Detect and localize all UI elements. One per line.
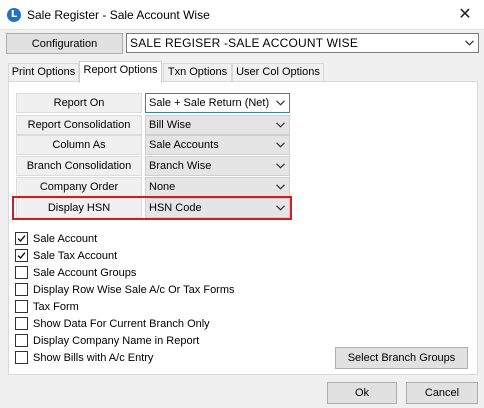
checkbox-label: Display Row Wise Sale A/c Or Tax Forms [33, 283, 235, 296]
branch-consolidation-label: Branch Consolidation [16, 156, 142, 176]
window-title: Sale Register - Sale Account Wise [27, 8, 210, 22]
column-as-value: Sale Accounts [149, 139, 219, 151]
chevron-down-icon [462, 34, 476, 52]
company-order-value: None [149, 181, 176, 193]
checkbox-label: Show Data For Current Branch Only [33, 317, 210, 330]
checkbox-label: Sale Tax Account [33, 249, 118, 262]
options-tabs: Print Options Report Options Txn Options… [8, 61, 328, 83]
report-consolidation-label: Report Consolidation [16, 115, 142, 135]
display-company-name-checkbox[interactable]: Display Company Name in Report [15, 333, 199, 348]
company-order-label: Company Order [16, 177, 142, 197]
display-hsn-select[interactable]: HSN Code [145, 198, 290, 218]
chevron-down-icon [273, 178, 287, 196]
tab-print-options[interactable]: Print Options [8, 63, 79, 82]
report-on-select[interactable]: Sale + Sale Return (Net) [145, 93, 290, 113]
tab-user-col-options[interactable]: User Col Options [232, 63, 324, 82]
check-icon [17, 252, 26, 260]
column-as-select[interactable]: Sale Accounts [145, 135, 290, 155]
check-icon [17, 235, 26, 243]
checkbox-box[interactable] [15, 232, 28, 245]
chevron-down-icon [273, 116, 287, 134]
select-branch-groups-button[interactable]: Select Branch Groups [335, 347, 468, 369]
ok-button[interactable]: Ok [327, 382, 397, 404]
checkbox-label: Tax Form [33, 300, 79, 313]
sale-tax-account-checkbox[interactable]: Sale Tax Account [15, 248, 117, 263]
chevron-down-icon [273, 157, 287, 175]
report-on-label: Report On [16, 93, 142, 113]
title-bar: L Sale Register - Sale Account Wise ✕ [0, 0, 484, 30]
checkbox-label: Sale Account [33, 232, 98, 245]
close-icon[interactable]: ✕ [456, 5, 474, 23]
tab-txn-options[interactable]: Txn Options [163, 63, 232, 82]
display-hsn-value: HSN Code [149, 202, 202, 214]
configuration-button[interactable]: Configuration [6, 33, 123, 54]
app-logo-icon: L [7, 8, 21, 22]
cancel-button[interactable]: Cancel [406, 382, 478, 404]
tax-form-checkbox[interactable]: Tax Form [15, 299, 79, 314]
company-order-select[interactable]: None [145, 177, 290, 197]
show-bills-checkbox[interactable]: Show Bills with A/c Entry [15, 350, 153, 365]
tab-report-options[interactable]: Report Options [79, 61, 162, 83]
checkbox-box[interactable] [15, 351, 28, 364]
chevron-down-icon [273, 94, 287, 112]
sale-account-groups-checkbox[interactable]: Sale Account Groups [15, 265, 136, 280]
branch-consolidation-value: Branch Wise [149, 160, 212, 172]
configuration-select-value: SALE REGISER -SALE ACCOUNT WISE [130, 36, 359, 50]
checkbox-box[interactable] [15, 317, 28, 330]
configuration-select[interactable]: SALE REGISER -SALE ACCOUNT WISE [126, 33, 479, 53]
checkbox-box[interactable] [15, 300, 28, 313]
checkbox-box[interactable] [15, 266, 28, 279]
checkbox-box[interactable] [15, 283, 28, 296]
chevron-down-icon [273, 199, 287, 217]
current-branch-only-checkbox[interactable]: Show Data For Current Branch Only [15, 316, 210, 331]
display-hsn-label: Display HSN [16, 198, 142, 218]
report-consolidation-value: Bill Wise [149, 119, 192, 131]
checkbox-label: Show Bills with A/c Entry [33, 351, 154, 364]
checkbox-label: Sale Account Groups [33, 266, 137, 279]
branch-consolidation-select[interactable]: Branch Wise [145, 156, 290, 176]
chevron-down-icon [273, 136, 287, 154]
checkbox-box[interactable] [15, 249, 28, 262]
display-row-wise-checkbox[interactable]: Display Row Wise Sale A/c Or Tax Forms [15, 282, 235, 297]
column-as-label: Column As [16, 135, 142, 155]
report-consolidation-select[interactable]: Bill Wise [145, 115, 290, 135]
checkbox-box[interactable] [15, 334, 28, 347]
checkbox-label: Display Company Name in Report [33, 334, 200, 347]
sale-account-checkbox[interactable]: Sale Account [15, 231, 97, 246]
report-on-value: Sale + Sale Return (Net) [149, 97, 270, 109]
